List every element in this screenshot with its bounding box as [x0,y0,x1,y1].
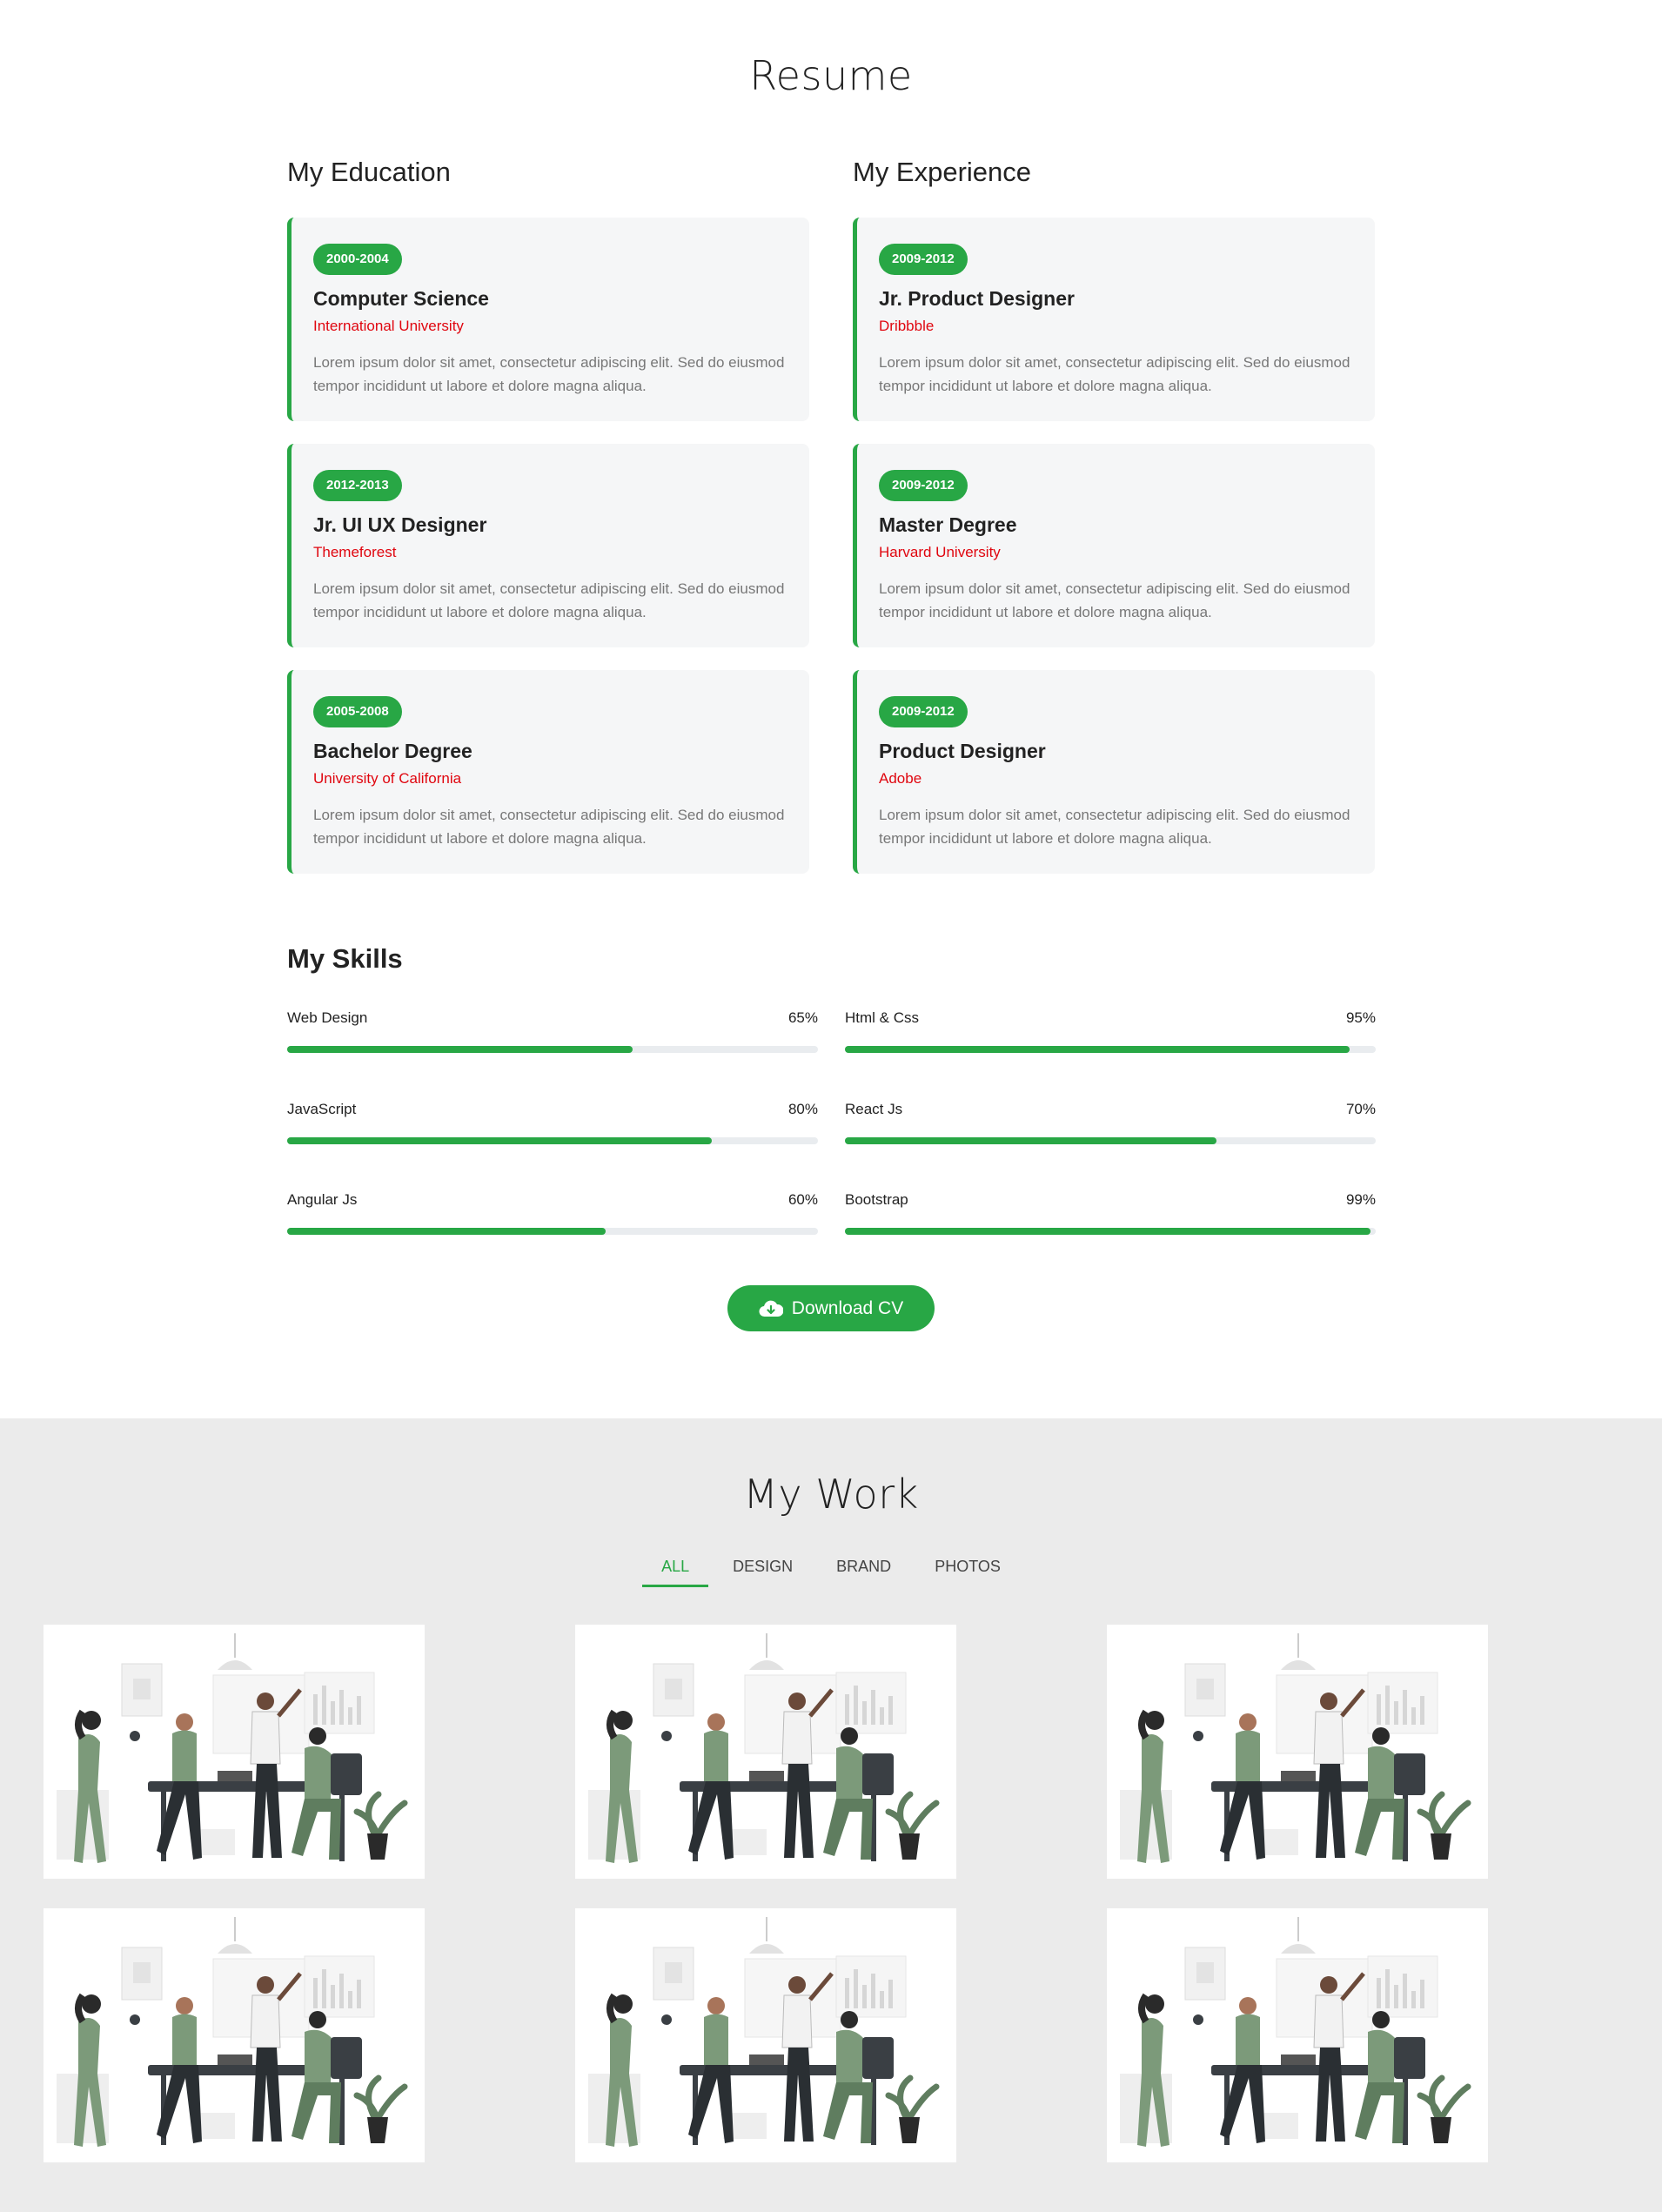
card-organization: University of California [313,770,462,787]
skill-name: JavaScript [287,1101,357,1117]
skill-percent: 65% [787,1009,818,1026]
card-organization: Themeforest [313,544,397,560]
resume-section: Resume My Education 2000-2004 Computer S… [0,0,1662,1418]
skill-percent: 99% [1345,1191,1376,1208]
experience-heading: My Experience [853,157,1032,187]
skill-item: Web Design 65% [287,1009,818,1053]
skill-name: Html & Css [845,1009,919,1026]
experience-card: 2009-2012 Master Degree Harvard Universi… [853,444,1375,647]
card-description: Lorem ipsum dolor sit amet, consectetur … [313,580,785,620]
card-description: Lorem ipsum dolor sit amet, consectetur … [313,807,785,847]
portfolio-item[interactable] [1107,1625,1488,1879]
portfolio-item[interactable] [44,1625,425,1879]
skill-progress-bar [287,1137,818,1144]
portfolio-item[interactable] [44,1908,425,2162]
cloud-download-icon [759,1300,783,1317]
skill-progress-fill [845,1137,1216,1144]
card-title: Jr. UI UX Designer [313,513,487,536]
skill-item: Bootstrap 99% [845,1191,1376,1235]
year-badge: 2012-2013 [313,470,402,501]
card-organization: Dribbble [879,318,935,334]
filter-tab-photos[interactable]: PHOTOS [915,1551,1020,1591]
year-badge: 2000-2004 [313,244,402,275]
skill-progress-bar [845,1046,1376,1053]
education-card: 2012-2013 Jr. UI UX Designer Themeforest… [287,444,809,647]
resume-title: Resume [749,52,913,99]
team-meeting-illustration [588,1917,940,2147]
experience-column: My Experience 2009-2012 Jr. Product Desi… [853,155,1375,896]
card-organization: Harvard University [879,544,1001,560]
year-badge: 2005-2008 [313,696,402,727]
card-description: Lorem ipsum dolor sit amet, consectetur … [879,354,1350,394]
team-meeting-illustration [1120,1633,1471,1863]
skill-percent: 60% [787,1191,818,1208]
year-badge: 2009-2012 [879,244,968,275]
card-title: Bachelor Degree [313,740,472,762]
portfolio-filter-bar: ALL DESIGN BRAND PHOTOS [0,1551,1662,1591]
education-heading: My Education [287,157,451,187]
card-organization: International University [313,318,464,334]
skill-progress-bar [845,1137,1376,1144]
skills-heading: My Skills [287,943,403,974]
skill-name: Bootstrap [845,1191,908,1208]
card-title: Master Degree [879,513,1017,536]
skill-progress-fill [287,1046,633,1053]
year-badge: 2009-2012 [879,696,968,727]
experience-card: 2009-2012 Product Designer Adobe Lorem i… [853,670,1375,874]
skill-name: React Js [845,1101,903,1117]
skill-item: JavaScript 80% [287,1101,818,1144]
skill-item: Angular Js 60% [287,1191,818,1235]
team-meeting-illustration [588,1633,940,1863]
skill-progress-bar [287,1046,818,1053]
skill-percent: 80% [787,1101,818,1117]
year-badge: 2009-2012 [879,470,968,501]
work-section: My Work ALL DESIGN BRAND PHOTOS [0,1418,1662,2212]
skill-progress-fill [287,1228,606,1235]
skill-percent: 70% [1345,1101,1376,1117]
card-title: Computer Science [313,287,489,310]
education-card: 2005-2008 Bachelor Degree University of … [287,670,809,874]
portfolio-item[interactable] [575,1908,956,2162]
experience-card: 2009-2012 Jr. Product Designer Dribbble … [853,218,1375,421]
card-description: Lorem ipsum dolor sit amet, consectetur … [879,807,1350,847]
portfolio-item[interactable] [1107,1908,1488,2162]
team-meeting-illustration [57,1917,408,2147]
download-cv-label: Download CV [791,1297,904,1318]
skill-name: Web Design [287,1009,368,1026]
skill-item: Html & Css 95% [845,1009,1376,1053]
skill-name: Angular Js [287,1191,358,1208]
education-column: My Education 2000-2004 Computer Science … [287,155,809,896]
team-meeting-illustration [1120,1917,1471,2147]
skill-progress-fill [287,1137,712,1144]
card-title: Product Designer [879,740,1046,762]
filter-tab-design[interactable]: DESIGN [714,1551,812,1591]
download-cv-button[interactable]: Download CV [727,1285,935,1331]
card-description: Lorem ipsum dolor sit amet, consectetur … [313,354,785,394]
skill-progress-bar [845,1228,1376,1235]
card-organization: Adobe [879,770,922,787]
card-description: Lorem ipsum dolor sit amet, consectetur … [879,580,1350,620]
team-meeting-illustration [57,1633,408,1863]
skill-percent: 95% [1345,1009,1376,1026]
filter-tab-all[interactable]: ALL [642,1551,709,1591]
filter-tab-brand[interactable]: BRAND [817,1551,910,1591]
card-title: Jr. Product Designer [879,287,1075,310]
skill-progress-bar [287,1228,818,1235]
skill-progress-fill [845,1046,1350,1053]
work-title: My Work [743,1471,919,1518]
education-card: 2000-2004 Computer Science International… [287,218,809,421]
skill-item: React Js 70% [845,1101,1376,1144]
skill-progress-fill [845,1228,1370,1235]
portfolio-item[interactable] [575,1625,956,1879]
